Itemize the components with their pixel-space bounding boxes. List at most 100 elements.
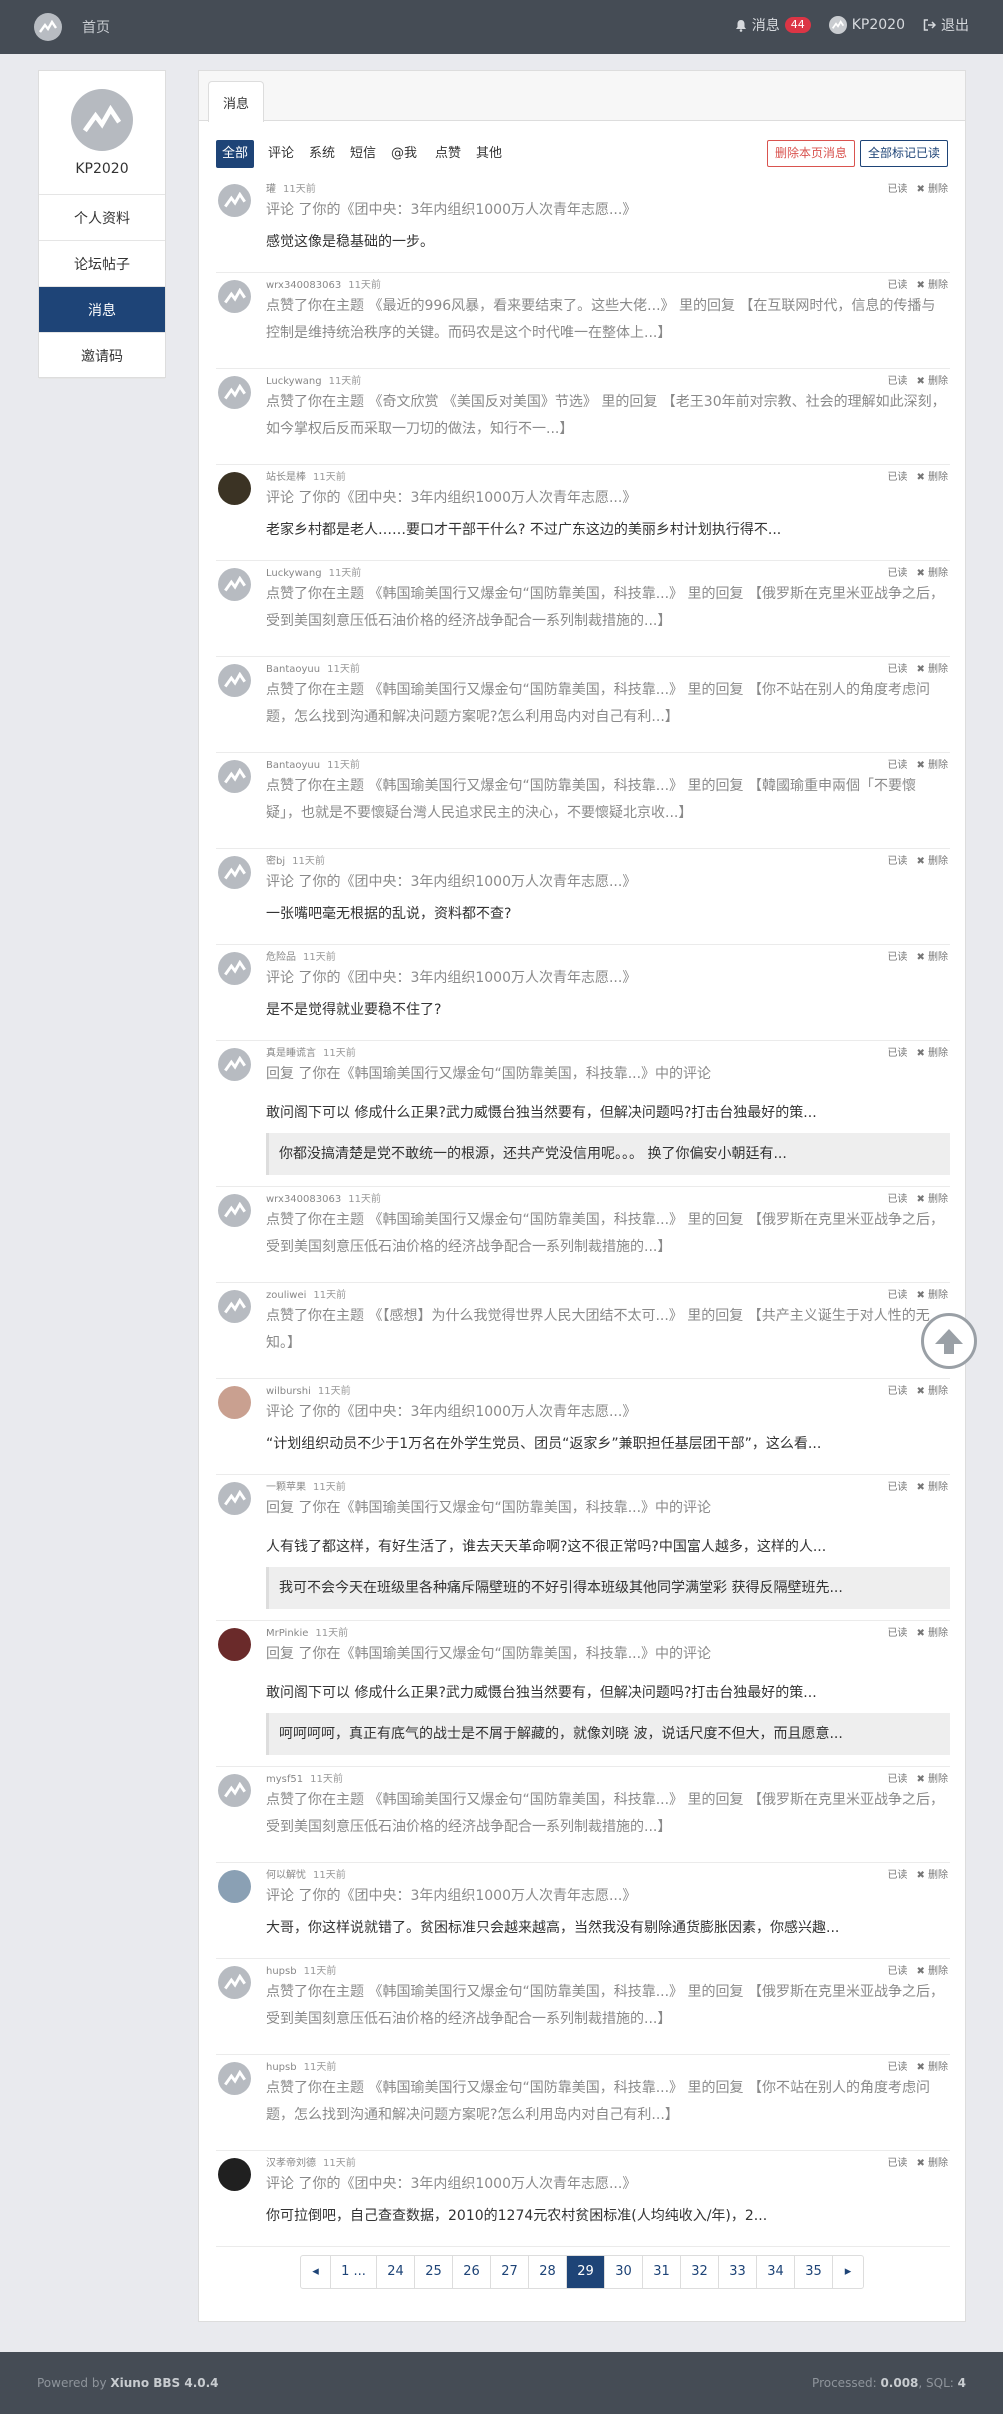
message-subject[interactable]: 评论 了你的《团中央：3年内组织1000万人次青年志愿...》 — [266, 485, 946, 512]
message-username[interactable]: 站长是棒 — [266, 472, 306, 483]
delete-message-link[interactable]: ✖ 删除 — [916, 1044, 948, 1059]
scroll-to-top-button[interactable] — [921, 1313, 977, 1369]
avatar[interactable] — [218, 376, 251, 409]
tab-messages[interactable]: 消息 — [208, 81, 264, 122]
message-username[interactable]: 汉孝帝刘德 — [266, 2158, 316, 2169]
message-username[interactable]: 一颗苹果 — [266, 1482, 306, 1493]
message-subject[interactable]: 点赞了你在主题 《最近的996风暴，看来要结束了。这些大佬...》 里的回复 【… — [266, 293, 946, 347]
nav-logout-link[interactable]: 退出 — [923, 15, 969, 35]
mark-read-link[interactable]: 已读 — [887, 1478, 907, 1493]
message-username[interactable]: Bantaoyuu — [266, 760, 320, 771]
delete-message-link[interactable]: ✖ 删除 — [916, 852, 948, 867]
avatar[interactable] — [218, 184, 251, 217]
mark-read-link[interactable]: 已读 — [887, 948, 907, 963]
page-button[interactable]: 27 — [491, 2256, 529, 2288]
mark-read-link[interactable]: 已读 — [887, 2154, 907, 2169]
avatar[interactable] — [218, 280, 251, 313]
delete-message-link[interactable]: ✖ 删除 — [916, 1624, 948, 1639]
sidebar-item-messages[interactable]: 消息 — [39, 287, 165, 333]
avatar[interactable] — [218, 1386, 251, 1419]
message-excerpt[interactable]: 你可拉倒吧，自己查查数据，2010的1274元农村贫困标准(人均纯收入/年)，2… — [266, 2206, 946, 2226]
page-button[interactable]: 35 — [795, 2256, 833, 2288]
mark-all-read-button[interactable]: 全部标记已读 — [859, 140, 948, 167]
prev-page-button[interactable]: ◂ — [301, 2256, 331, 2288]
message-username[interactable]: Bantaoyuu — [266, 664, 320, 675]
mark-read-link[interactable]: 已读 — [887, 1962, 907, 1977]
mark-read-link[interactable]: 已读 — [887, 1770, 907, 1785]
avatar[interactable] — [218, 568, 251, 601]
delete-message-link[interactable]: ✖ 删除 — [916, 1286, 948, 1301]
message-username[interactable]: 瓘 — [266, 184, 276, 195]
mark-read-link[interactable]: 已读 — [887, 468, 907, 483]
message-username[interactable]: 密bj — [266, 856, 285, 867]
avatar[interactable] — [218, 760, 251, 793]
message-subject[interactable]: 评论 了你的《团中央：3年内组织1000万人次青年志愿...》 — [266, 2171, 946, 2198]
avatar[interactable] — [218, 856, 251, 889]
page-button[interactable]: 31 — [643, 2256, 681, 2288]
message-username[interactable]: wilburshi — [266, 1386, 311, 1397]
message-subject[interactable]: 评论 了你的《团中央：3年内组织1000万人次青年志愿...》 — [266, 197, 946, 224]
message-username[interactable]: wrx340083063 — [266, 1194, 341, 1205]
message-excerpt[interactable]: 老家乡村都是老人……要口才干部干什么? 不过广东这边的美丽乡村计划执行得不... — [266, 520, 946, 540]
mark-read-link[interactable]: 已读 — [887, 660, 907, 675]
avatar[interactable] — [218, 952, 251, 985]
mark-read-link[interactable]: 已读 — [887, 852, 907, 867]
message-subject[interactable]: 回复 了你在《韩国瑜美国行又爆金句“国防靠美国，科技靠...》中的评论 — [266, 1495, 946, 1522]
avatar[interactable] — [71, 88, 133, 151]
delete-message-link[interactable]: ✖ 删除 — [916, 660, 948, 675]
message-subject[interactable]: 点赞了你在主题 《韩国瑜美国行又爆金句“国防靠美国，科技靠...》 里的回复 【… — [266, 677, 946, 731]
message-excerpt[interactable]: “计划组织动员不少于1万名在外学生党员、团员“返家乡”兼职担任基层团干部”，这么… — [266, 1434, 946, 1454]
page-button[interactable]: 24 — [377, 2256, 415, 2288]
delete-message-link[interactable]: ✖ 删除 — [916, 1190, 948, 1205]
sidebar-item-profile[interactable]: 个人资料 — [39, 195, 165, 241]
mark-read-link[interactable]: 已读 — [887, 1190, 907, 1205]
page-button[interactable]: 25 — [415, 2256, 453, 2288]
avatar[interactable] — [218, 1482, 251, 1515]
message-username[interactable]: wrx340083063 — [266, 280, 341, 291]
mark-read-link[interactable]: 已读 — [887, 2058, 907, 2073]
avatar[interactable] — [218, 2158, 251, 2191]
avatar[interactable] — [218, 1048, 251, 1081]
mark-read-link[interactable]: 已读 — [887, 756, 907, 771]
message-username[interactable]: MrPinkie — [266, 1628, 308, 1639]
message-subject[interactable]: 点赞了你在主题 《韩国瑜美国行又爆金句“国防靠美国，科技靠...》 里的回复 【… — [266, 581, 946, 635]
delete-message-link[interactable]: ✖ 删除 — [916, 1962, 948, 1977]
filter-sms[interactable]: 短信 — [344, 140, 382, 168]
message-subject[interactable]: 点赞了你在主题 《韩国瑜美国行又爆金句“国防靠美国，科技靠...》 里的回复 【… — [266, 1207, 946, 1261]
message-username[interactable]: zouliwei — [266, 1290, 306, 1301]
delete-message-link[interactable]: ✖ 删除 — [916, 468, 948, 483]
filter-all[interactable]: 全部 — [216, 140, 255, 168]
message-subject[interactable]: 评论 了你的《团中央：3年内组织1000万人次青年志愿...》 — [266, 965, 946, 992]
delete-message-link[interactable]: ✖ 删除 — [916, 564, 948, 579]
message-subject[interactable]: 评论 了你的《团中央：3年内组织1000万人次青年志愿...》 — [266, 869, 946, 896]
message-subject[interactable]: 评论 了你的《团中央：3年内组织1000万人次青年志愿...》 — [266, 1399, 946, 1426]
nav-messages-link[interactable]: 消息 44 — [735, 15, 811, 35]
mark-read-link[interactable]: 已读 — [887, 276, 907, 291]
page-button[interactable]: 1 ... — [331, 2256, 377, 2288]
mark-read-link[interactable]: 已读 — [887, 1044, 907, 1059]
page-button[interactable]: 34 — [757, 2256, 795, 2288]
avatar[interactable] — [218, 1628, 251, 1661]
delete-message-link[interactable]: ✖ 删除 — [916, 756, 948, 771]
message-subject[interactable]: 回复 了你在《韩国瑜美国行又爆金句“国防靠美国，科技靠...》中的评论 — [266, 1061, 946, 1088]
message-excerpt[interactable]: 感觉这像是稳基础的一步。 — [266, 232, 946, 252]
nav-home-link[interactable]: 首页 — [82, 17, 110, 37]
delete-message-link[interactable]: ✖ 删除 — [916, 2154, 948, 2169]
message-excerpt[interactable]: 大哥，你这样说就错了。贫困标准只会越来越高，当然我没有剔除通货膨胀因素，你感兴趣… — [266, 1918, 946, 1938]
avatar[interactable] — [218, 1870, 251, 1903]
message-username[interactable]: mysf51 — [266, 1774, 303, 1785]
message-subject[interactable]: 回复 了你在《韩国瑜美国行又爆金句“国防靠美国，科技靠...》中的评论 — [266, 1641, 946, 1668]
message-username[interactable]: Luckywang — [266, 376, 322, 387]
current-page-button[interactable]: 29 — [567, 2256, 605, 2288]
sidebar-item-posts[interactable]: 论坛帖子 — [39, 241, 165, 287]
avatar[interactable] — [218, 1194, 251, 1227]
mark-read-link[interactable]: 已读 — [887, 1866, 907, 1881]
delete-message-link[interactable]: ✖ 删除 — [916, 276, 948, 291]
mark-read-link[interactable]: 已读 — [887, 180, 907, 195]
page-button[interactable]: 32 — [681, 2256, 719, 2288]
delete-message-link[interactable]: ✖ 删除 — [916, 2058, 948, 2073]
message-username[interactable]: hupsb — [266, 1966, 297, 1977]
avatar[interactable] — [218, 1966, 251, 1999]
message-username[interactable]: 危险品 — [266, 952, 296, 963]
delete-page-button[interactable]: 删除本页消息 — [766, 140, 855, 167]
